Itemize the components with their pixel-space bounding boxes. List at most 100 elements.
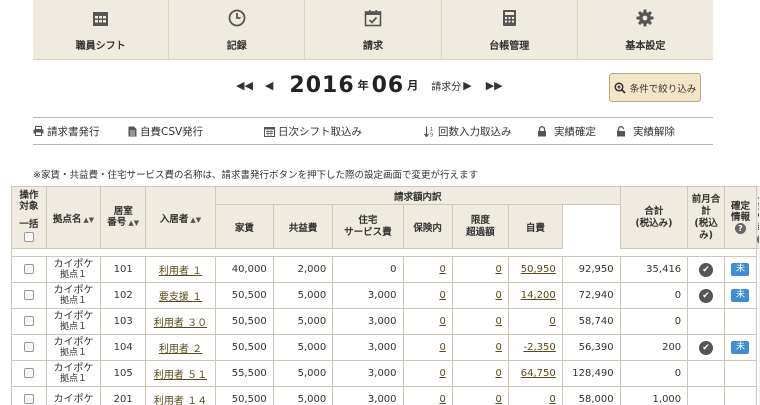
- first-period-button[interactable]: ◀◀: [236, 79, 253, 92]
- limit-excess-link[interactable]: 0: [496, 368, 502, 379]
- header-operation: 操作 対象 一括: [11, 186, 47, 249]
- header-text: 情報: [730, 212, 750, 223]
- action-label: 実績確定: [554, 125, 596, 138]
- row-checkbox[interactable]: [23, 368, 34, 378]
- row-checkbox[interactable]: [23, 342, 34, 352]
- calendar-icon: [264, 126, 275, 137]
- prev-total-cell: 35,416: [619, 256, 689, 283]
- header-billing-breakdown: 請求額内訳: [214, 186, 621, 205]
- resident-link[interactable]: 利用者 １: [159, 266, 202, 277]
- insurance-link[interactable]: 0: [439, 316, 445, 327]
- resident-link[interactable]: 利用者 ５１: [154, 370, 207, 381]
- insurance-link[interactable]: 0: [439, 290, 445, 301]
- location-name: カイポケ: [53, 394, 94, 405]
- insurance-link[interactable]: 0: [439, 342, 445, 353]
- last-period-button[interactable]: ▶▶: [486, 79, 503, 92]
- header-text: 合計: [644, 205, 664, 217]
- issue-invoice-button[interactable]: 請求書発行: [33, 124, 100, 139]
- common-fee-cell: 5,000: [272, 308, 334, 335]
- header-self-pay: 自費: [507, 204, 563, 249]
- confirmed-check-icon[interactable]: ✔: [699, 288, 714, 303]
- payment-status-badge[interactable]: 未: [731, 341, 750, 354]
- self-pay-link[interactable]: -2,350: [524, 342, 556, 353]
- header-text: (税込み): [694, 217, 718, 241]
- row-select-cell: [11, 386, 47, 405]
- count-input-import-button[interactable]: 19 回数入力取込み: [424, 124, 512, 139]
- insurance-cell: 0: [402, 256, 453, 283]
- confirmed-check-icon[interactable]: ✔: [699, 262, 714, 277]
- insurance-link[interactable]: 0: [439, 368, 445, 379]
- row-checkbox[interactable]: [23, 264, 34, 274]
- unlock-icon: [617, 125, 625, 136]
- help-icon[interactable]: ?: [734, 223, 746, 234]
- resident-link[interactable]: 利用者 １４: [154, 396, 207, 405]
- payment-status-badge[interactable]: 未: [731, 263, 750, 276]
- limit-excess-link[interactable]: 0: [496, 342, 502, 353]
- confirm-results-button[interactable]: 実績確定: [537, 124, 596, 139]
- nav-settings[interactable]: 基本設定: [578, 0, 713, 59]
- table-row: カイポケ 拠点１ 103 利用者 ３０ 50,500 5,000 3,000 0 0 0 58,74…: [11, 308, 760, 335]
- payment-cell: 未: [723, 256, 758, 283]
- printer-icon: [33, 126, 44, 136]
- self-pay-link[interactable]: 0: [549, 316, 555, 327]
- resident-link[interactable]: 利用者 ３０: [154, 318, 207, 329]
- location-name: カイポケ: [53, 362, 94, 374]
- header-room[interactable]: 居室 番号 ▲▼: [100, 186, 147, 249]
- daily-shift-import-button[interactable]: 日次シフト取込み: [264, 124, 362, 139]
- common-fee-cell: 5,000: [272, 282, 334, 309]
- row-checkbox[interactable]: [23, 316, 34, 326]
- resident-link[interactable]: 要支援 １: [159, 292, 202, 303]
- insurance-link[interactable]: 0: [439, 394, 445, 405]
- header-text: 拠点名: [52, 213, 82, 225]
- self-pay-link[interactable]: 64,750: [521, 368, 556, 379]
- limit-excess-link[interactable]: 0: [496, 264, 502, 275]
- header-text: 操作: [19, 190, 39, 201]
- location-branch: 拠点１: [60, 373, 88, 384]
- confirmed-check-icon[interactable]: ✔: [699, 340, 714, 355]
- sort-icon: ▲▼: [128, 219, 140, 227]
- resident-cell: 利用者 ３０: [145, 308, 216, 335]
- room-cell: 105: [100, 360, 147, 387]
- self-pay-link[interactable]: 14,200: [521, 290, 556, 301]
- nav-label: 職員シフト: [75, 41, 126, 52]
- location-cell: カイポケ 拠点１: [45, 308, 102, 335]
- prev-period-button[interactable]: ◀: [265, 79, 273, 92]
- insurance-link[interactable]: 0: [439, 264, 445, 275]
- header-resident[interactable]: 入居者 ▲▼: [145, 186, 216, 249]
- prev-total-cell: 0: [619, 308, 689, 335]
- row-checkbox[interactable]: [23, 394, 34, 404]
- header-housing-service: 住宅 サービス費: [332, 204, 404, 249]
- common-fee-cell: 2,000: [272, 256, 334, 283]
- common-fee-cell: 5,000: [272, 386, 334, 405]
- action-label: 回数入力取込み: [438, 125, 512, 138]
- next-period-button[interactable]: ▶: [463, 79, 471, 92]
- filter-button[interactable]: 条件で絞り込み: [609, 73, 701, 102]
- total-cell: 56,390: [561, 334, 621, 361]
- header-common-fee: 共益費: [272, 204, 334, 249]
- nav-record[interactable]: 記録: [169, 0, 306, 59]
- cancel-results-button[interactable]: 実績解除: [616, 124, 675, 139]
- self-csv-button[interactable]: 自費CSV発行: [128, 124, 203, 139]
- header-location[interactable]: 拠点名 ▲▼: [45, 186, 102, 249]
- insurance-cell: 0: [402, 360, 453, 387]
- header-prev-total: 前月合計 (税込み): [687, 186, 725, 249]
- limit-excess-link[interactable]: 0: [496, 290, 502, 301]
- common-fee-cell: 5,000: [272, 360, 334, 387]
- self-pay-link[interactable]: 50,950: [521, 264, 556, 275]
- self-pay-link[interactable]: 0: [549, 394, 555, 405]
- select-all-checkbox[interactable]: [23, 231, 34, 242]
- nav-staff-shift[interactable]: 職員シフト: [33, 0, 170, 59]
- payment-cell: [723, 308, 758, 335]
- limit-excess-link[interactable]: 0: [496, 394, 502, 405]
- payment-status-badge[interactable]: 未: [731, 289, 750, 302]
- location-name: カイポケ: [53, 336, 94, 348]
- room-cell: 103: [100, 308, 147, 335]
- nav-ledger[interactable]: 台帳管理: [442, 0, 578, 59]
- location-name: カイポケ: [53, 258, 94, 270]
- resident-link[interactable]: 利用者 ２: [159, 344, 202, 355]
- header-text: 前月合計: [691, 193, 721, 217]
- row-checkbox[interactable]: [23, 290, 34, 300]
- nav-billing[interactable]: 請求: [305, 0, 442, 59]
- location-cell: カイポケ 拠点１: [45, 334, 102, 361]
- limit-excess-link[interactable]: 0: [496, 316, 502, 327]
